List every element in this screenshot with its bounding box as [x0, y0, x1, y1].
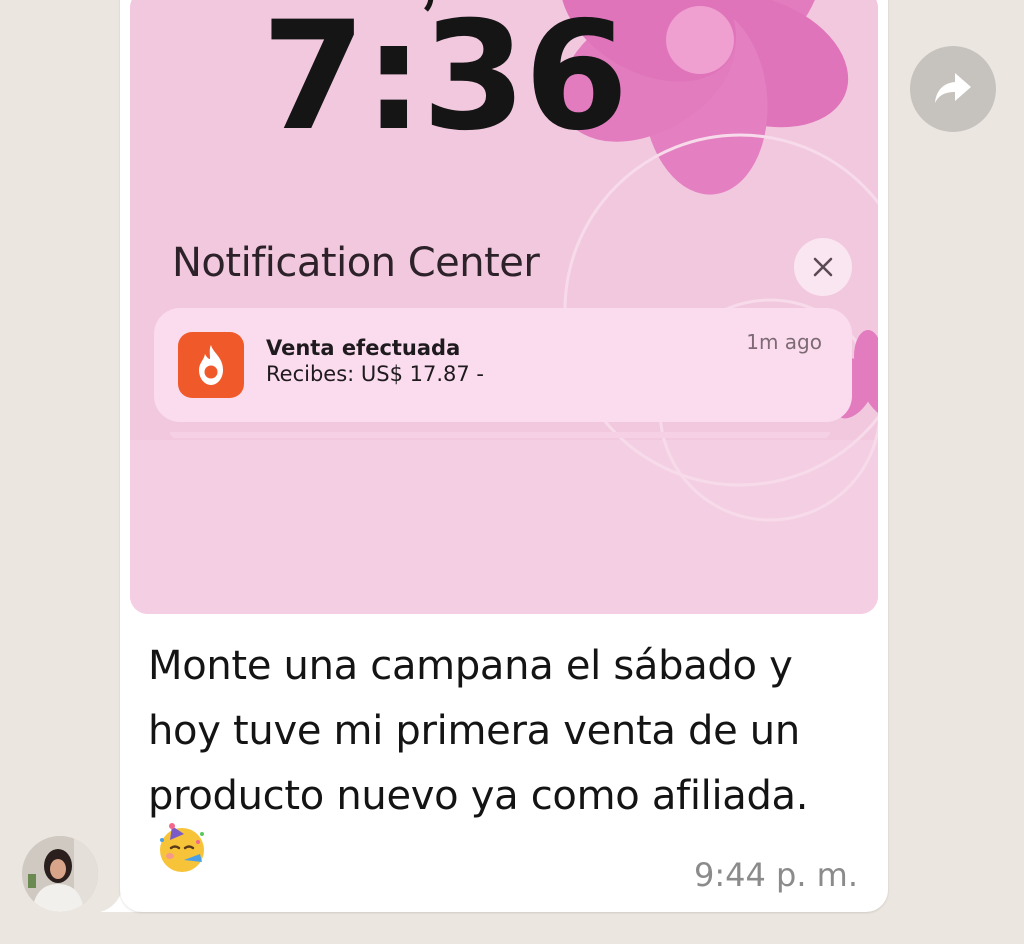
notification-title: Venta efectuada — [266, 336, 461, 360]
message-body: Monte una campana el sábado y hoy tuve m… — [148, 643, 809, 819]
sender-avatar[interactable] — [22, 836, 98, 912]
image-attachment[interactable]: 7:36 Notification Center Venta efectuada… — [130, 0, 878, 614]
partying-face-emoji — [154, 820, 210, 896]
fire-app-icon — [178, 332, 244, 398]
redacted-area — [536, 364, 716, 390]
stacked-notification-edge — [170, 432, 830, 438]
forward-button[interactable] — [910, 46, 996, 132]
lockscreen-clock: 7:36 — [261, 0, 628, 164]
forward-arrow-icon — [935, 73, 971, 103]
notification-center-title: Notification Center — [172, 240, 540, 286]
clear-notifications-button — [794, 238, 852, 296]
notification-body: Recibes: US$ 17.87 - — [266, 362, 484, 386]
close-icon — [813, 257, 833, 277]
notification-card: Venta efectuada Recibes: US$ 17.87 - 1m … — [154, 308, 852, 422]
notification-time: 1m ago — [746, 330, 822, 354]
message-timestamp: 9:44 p. m. — [693, 856, 858, 894]
